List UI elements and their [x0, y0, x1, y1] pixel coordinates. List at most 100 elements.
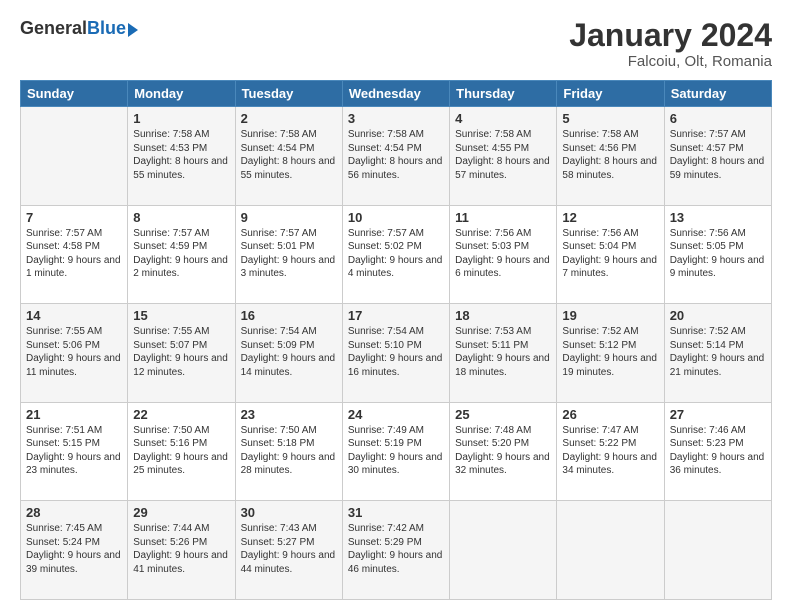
calendar-week-3: 21 Sunrise: 7:51 AMSunset: 5:15 PMDayligh… — [21, 402, 772, 501]
day-info: Sunrise: 7:57 AMSunset: 5:02 PMDaylight:… — [348, 227, 444, 281]
calendar-cell: 17Sunrise: 7:54 AMSunset: 5:10 PMDayligh… — [342, 304, 449, 403]
day-info: Sunrise: 7:55 AMSunset: 5:07 PMDaylight:… — [133, 325, 229, 379]
day-info: Sunrise: 7:52 AMSunset: 5:12 PMDaylight:… — [562, 325, 658, 379]
day-info: Sunrise: 7:53 AMSunset: 5:11 PMDaylight:… — [455, 325, 551, 379]
day-info: Sunrise: 7:57 AMSunset: 4:59 PMDaylight:… — [133, 227, 229, 281]
calendar-cell: 10 Sunrise: 7:57 AMSunset: 5:02 PMDayligh… — [342, 205, 449, 304]
day-number: 18 — [455, 308, 551, 323]
day-number: 15 — [133, 308, 229, 323]
day-number: 30 — [241, 505, 337, 520]
day-info: Sunrise: 7:49 AMSunset: 5:19 PMDaylight:… — [348, 424, 444, 478]
day-number: 25 — [455, 407, 551, 422]
calendar-week-1: 7 Sunrise: 7:57 AMSunset: 4:58 PMDaylight… — [21, 205, 772, 304]
calendar-cell: 28 Sunrise: 7:45 AMSunset: 5:24 PMDayligh… — [21, 501, 128, 600]
calendar-cell: 23 Sunrise: 7:50 AMSunset: 5:18 PMDayligh… — [235, 402, 342, 501]
header-thursday: Thursday — [450, 81, 557, 107]
calendar-cell: 9 Sunrise: 7:57 AMSunset: 5:01 PMDaylight… — [235, 205, 342, 304]
page: General Blue January 2024 Falcoiu, Olt, … — [0, 0, 792, 612]
day-number: 24 — [348, 407, 444, 422]
day-info: Sunrise: 7:43 AMSunset: 5:27 PMDaylight:… — [241, 522, 337, 576]
day-info: Sunrise: 7:57 AMSunset: 4:57 PMDaylight:… — [670, 128, 766, 182]
day-info: Sunrise: 7:42 AMSunset: 5:29 PMDaylight:… — [348, 522, 444, 576]
calendar-cell: 26Sunrise: 7:47 AMSunset: 5:22 PMDayligh… — [557, 402, 664, 501]
day-info: Sunrise: 7:52 AMSunset: 5:14 PMDaylight:… — [670, 325, 766, 379]
day-number: 5 — [562, 111, 658, 126]
day-info: Sunrise: 7:58 AMSunset: 4:55 PMDaylight:… — [455, 128, 551, 182]
day-number: 14 — [26, 308, 122, 323]
location: Falcoiu, Olt, Romania — [569, 53, 772, 70]
header: General Blue January 2024 Falcoiu, Olt, … — [20, 18, 772, 70]
calendar-cell: 27 Sunrise: 7:46 AMSunset: 5:23 PMDayligh… — [664, 402, 771, 501]
day-info: Sunrise: 7:58 AMSunset: 4:54 PMDaylight:… — [348, 128, 444, 182]
calendar-cell: 4 Sunrise: 7:58 AMSunset: 4:55 PMDaylight… — [450, 107, 557, 206]
calendar-cell: 14 Sunrise: 7:55 AMSunset: 5:06 PMDayligh… — [21, 304, 128, 403]
day-number: 4 — [455, 111, 551, 126]
calendar-cell: 7 Sunrise: 7:57 AMSunset: 4:58 PMDaylight… — [21, 205, 128, 304]
day-info: Sunrise: 7:48 AMSunset: 5:20 PMDaylight:… — [455, 424, 551, 478]
day-info: Sunrise: 7:46 AMSunset: 5:23 PMDaylight:… — [670, 424, 766, 478]
day-number: 6 — [670, 111, 766, 126]
calendar-cell — [557, 501, 664, 600]
calendar-cell: 5 Sunrise: 7:58 AMSunset: 4:56 PMDaylight… — [557, 107, 664, 206]
calendar-header-row: Sunday Monday Tuesday Wednesday Thursday… — [21, 81, 772, 107]
day-info: Sunrise: 7:56 AMSunset: 5:05 PMDaylight:… — [670, 227, 766, 281]
day-info: Sunrise: 7:58 AMSunset: 4:53 PMDaylight:… — [133, 128, 229, 182]
calendar-cell — [450, 501, 557, 600]
calendar-cell: 19 Sunrise: 7:52 AMSunset: 5:12 PMDayligh… — [557, 304, 664, 403]
calendar-cell: 15 Sunrise: 7:55 AMSunset: 5:07 PMDayligh… — [128, 304, 235, 403]
day-number: 21 — [26, 407, 122, 422]
day-number: 28 — [26, 505, 122, 520]
calendar-cell: 18 Sunrise: 7:53 AMSunset: 5:11 PMDayligh… — [450, 304, 557, 403]
calendar-week-0: 1 Sunrise: 7:58 AMSunset: 4:53 PMDaylight… — [21, 107, 772, 206]
day-number: 3 — [348, 111, 444, 126]
calendar-cell: 2 Sunrise: 7:58 AMSunset: 4:54 PMDaylight… — [235, 107, 342, 206]
calendar-week-4: 28 Sunrise: 7:45 AMSunset: 5:24 PMDayligh… — [21, 501, 772, 600]
logo-blue-text: Blue — [87, 18, 126, 39]
day-number: 31 — [348, 505, 444, 520]
day-number: 23 — [241, 407, 337, 422]
calendar-week-2: 14 Sunrise: 7:55 AMSunset: 5:06 PMDayligh… — [21, 304, 772, 403]
month-title: January 2024 — [569, 18, 772, 53]
day-number: 20 — [670, 308, 766, 323]
day-number: 12 — [562, 210, 658, 225]
calendar-cell: 16Sunrise: 7:54 AMSunset: 5:09 PMDayligh… — [235, 304, 342, 403]
calendar-cell: 11Sunrise: 7:56 AMSunset: 5:03 PMDayligh… — [450, 205, 557, 304]
day-number: 7 — [26, 210, 122, 225]
calendar-cell: 12Sunrise: 7:56 AMSunset: 5:04 PMDayligh… — [557, 205, 664, 304]
day-number: 27 — [670, 407, 766, 422]
day-info: Sunrise: 7:58 AMSunset: 4:56 PMDaylight:… — [562, 128, 658, 182]
calendar-cell: 25 Sunrise: 7:48 AMSunset: 5:20 PMDayligh… — [450, 402, 557, 501]
logo-general-text: General — [20, 18, 87, 39]
day-info: Sunrise: 7:57 AMSunset: 5:01 PMDaylight:… — [241, 227, 337, 281]
day-info: Sunrise: 7:50 AMSunset: 5:18 PMDaylight:… — [241, 424, 337, 478]
day-number: 19 — [562, 308, 658, 323]
calendar-cell: 30 Sunrise: 7:43 AMSunset: 5:27 PMDayligh… — [235, 501, 342, 600]
calendar-cell: 6 Sunrise: 7:57 AMSunset: 4:57 PMDaylight… — [664, 107, 771, 206]
day-number: 13 — [670, 210, 766, 225]
calendar-cell: 13 Sunrise: 7:56 AMSunset: 5:05 PMDayligh… — [664, 205, 771, 304]
calendar-cell — [664, 501, 771, 600]
calendar-table: Sunday Monday Tuesday Wednesday Thursday… — [20, 80, 772, 600]
day-number: 2 — [241, 111, 337, 126]
day-info: Sunrise: 7:58 AMSunset: 4:54 PMDaylight:… — [241, 128, 337, 182]
logo-arrow-icon — [128, 23, 138, 37]
calendar-cell: 21 Sunrise: 7:51 AMSunset: 5:15 PMDayligh… — [21, 402, 128, 501]
calendar-cell: 29Sunrise: 7:44 AMSunset: 5:26 PMDayligh… — [128, 501, 235, 600]
calendar-cell — [21, 107, 128, 206]
day-info: Sunrise: 7:54 AMSunset: 5:09 PMDaylight:… — [241, 325, 337, 379]
day-number: 10 — [348, 210, 444, 225]
day-info: Sunrise: 7:47 AMSunset: 5:22 PMDaylight:… — [562, 424, 658, 478]
title-block: January 2024 Falcoiu, Olt, Romania — [569, 18, 772, 70]
day-info: Sunrise: 7:45 AMSunset: 5:24 PMDaylight:… — [26, 522, 122, 576]
day-info: Sunrise: 7:55 AMSunset: 5:06 PMDaylight:… — [26, 325, 122, 379]
day-number: 9 — [241, 210, 337, 225]
calendar-cell: 3 Sunrise: 7:58 AMSunset: 4:54 PMDaylight… — [342, 107, 449, 206]
day-info: Sunrise: 7:44 AMSunset: 5:26 PMDaylight:… — [133, 522, 229, 576]
day-number: 1 — [133, 111, 229, 126]
day-info: Sunrise: 7:57 AMSunset: 4:58 PMDaylight:… — [26, 227, 122, 281]
header-wednesday: Wednesday — [342, 81, 449, 107]
day-info: Sunrise: 7:54 AMSunset: 5:10 PMDaylight:… — [348, 325, 444, 379]
day-number: 8 — [133, 210, 229, 225]
day-info: Sunrise: 7:51 AMSunset: 5:15 PMDaylight:… — [26, 424, 122, 478]
calendar-cell: 1 Sunrise: 7:58 AMSunset: 4:53 PMDaylight… — [128, 107, 235, 206]
